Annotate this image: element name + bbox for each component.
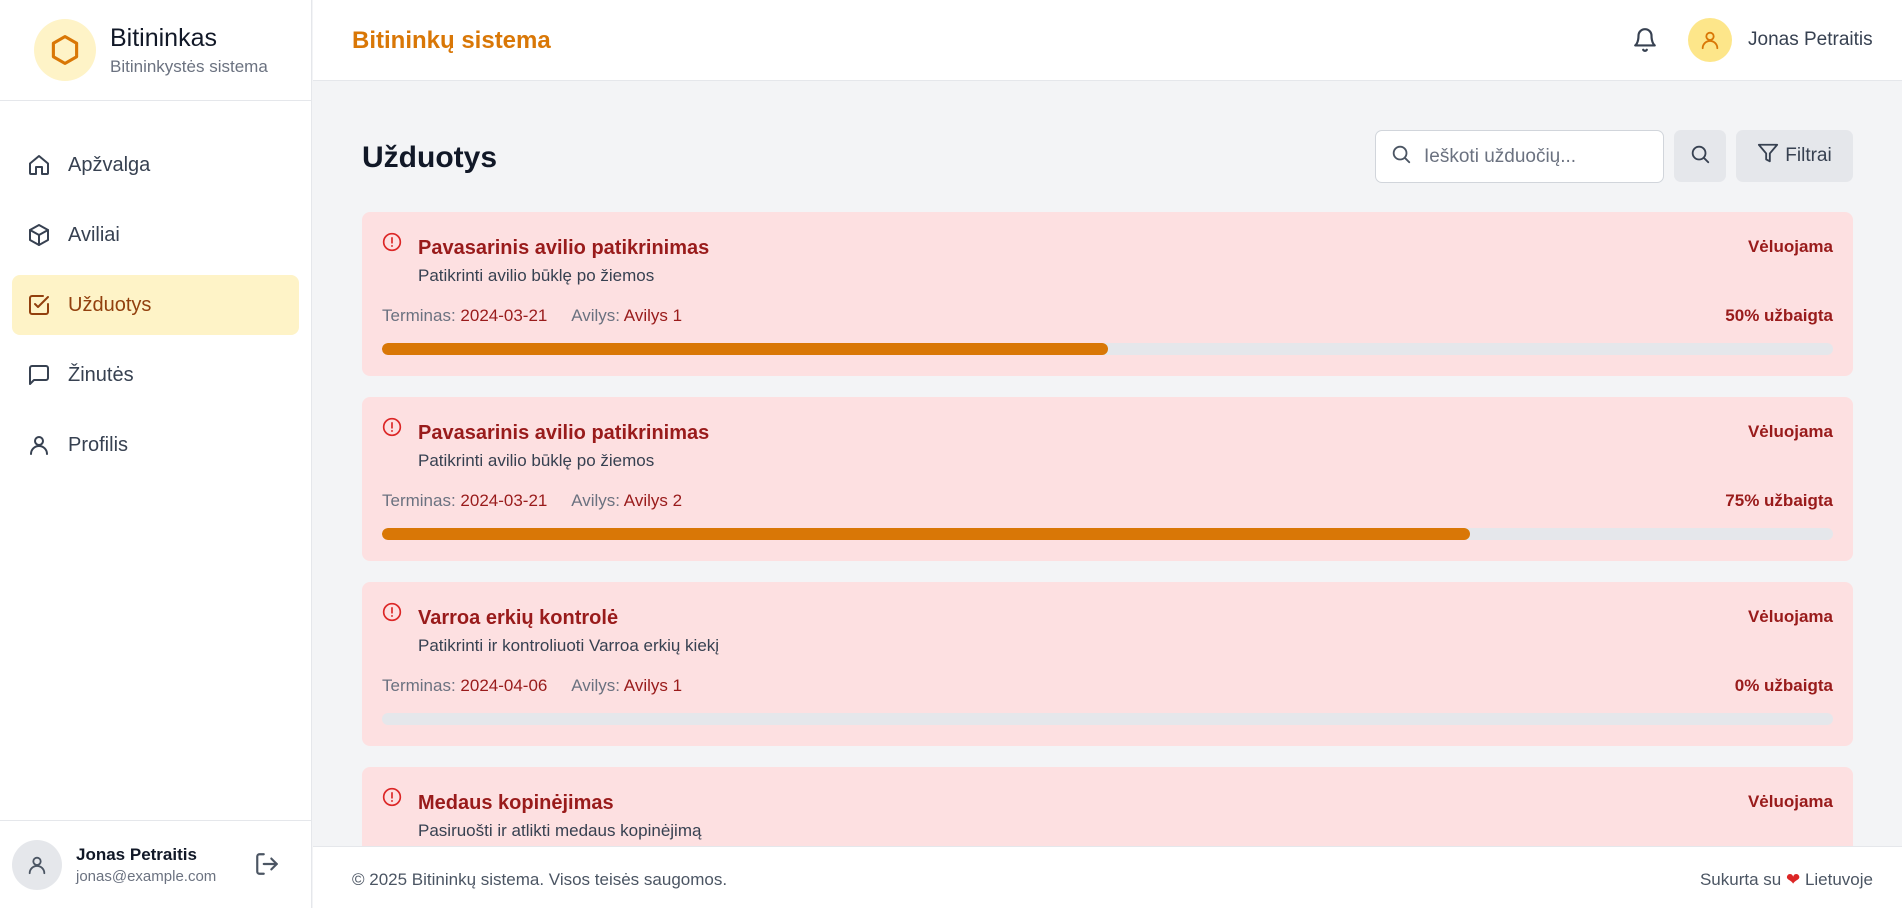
check-square-icon: [26, 292, 52, 318]
task-description: Patikrinti avilio būklę po žiemos: [418, 451, 655, 470]
task-meta: Terminas: 2024-04-06 Avilys: Avilys 1: [382, 676, 682, 696]
brand-name: Bitininkas: [110, 24, 217, 52]
heart-icon: ❤: [1785, 870, 1801, 889]
hive-value: Avilys 2: [623, 491, 683, 510]
alert-circle-icon: [382, 232, 402, 257]
avatar[interactable]: [12, 839, 62, 890]
alert-circle-icon: [382, 787, 402, 812]
message-icon: [26, 362, 52, 388]
task-status-badge: Vėluojama: [1747, 792, 1833, 811]
bell-icon[interactable]: [1632, 27, 1658, 58]
hive-label: Avilys:: [571, 676, 620, 695]
sidebar-item-label: Apžvalga: [68, 153, 151, 176]
task-title: Varroa erkių kontrolė: [418, 607, 619, 629]
task-progress-fill: [382, 528, 1471, 540]
home-icon: [26, 152, 52, 178]
deadline-label: Terminas:: [382, 306, 456, 325]
deadline-label: Terminas:: [382, 491, 456, 510]
sidebar: Bitininkas Bitininkystės sistema Apžvalg…: [0, 0, 312, 908]
copyright-text: © 2025 Bitininkų sistema. Visos teisės s…: [352, 870, 728, 889]
deadline-value: 2024-04-06: [460, 676, 548, 695]
sidebar-item-aviliai[interactable]: Aviliai: [12, 205, 299, 265]
task-description: Patikrinti ir kontroliuoti Varroa erkių …: [418, 636, 720, 655]
task-description: Patikrinti avilio būklę po žiemos: [418, 266, 655, 285]
brand-subtitle: Bitininkystės sistema: [110, 57, 268, 76]
search-box: [1375, 130, 1664, 183]
filter-icon: [1757, 142, 1779, 170]
made-suffix: Lietuvoje: [1804, 870, 1873, 889]
sidebar-item-zinutes[interactable]: Žinutės: [12, 345, 299, 405]
avatar: [1688, 18, 1732, 62]
deadline-value: 2024-03-21: [460, 306, 548, 325]
task-progress-text: 50% užbaigta: [1725, 306, 1833, 325]
task-title: Pavasarinis avilio patikrinimas: [418, 237, 710, 259]
task-card[interactable]: Pavasarinis avilio patikrinimas Patikrin…: [362, 397, 1853, 561]
task-progress-bar: [382, 713, 1833, 725]
brand: Bitininkas Bitininkystės sistema: [0, 0, 311, 101]
deadline-value: 2024-03-21: [460, 491, 548, 510]
user-icon: [26, 432, 52, 458]
hexagon-icon: [34, 19, 96, 81]
header-user-name: Jonas Petraitis: [1748, 29, 1873, 50]
sidebar-item-label: Profilis: [68, 433, 129, 456]
sidebar-item-apzvalga[interactable]: Apžvalga: [12, 135, 299, 195]
task-progress-bar: [382, 528, 1833, 540]
task-meta: Terminas: 2024-03-21 Avilys: Avilys 2: [382, 491, 682, 511]
task-progress-fill: [382, 343, 1108, 355]
sidebar-item-label: Aviliai: [68, 223, 120, 246]
sidebar-user-name: Jonas Petraitis: [76, 844, 197, 864]
logout-icon[interactable]: [254, 851, 280, 882]
task-meta: Terminas: 2024-03-21 Avilys: Avilys 1: [382, 306, 682, 326]
box-icon: [26, 222, 52, 248]
hive-value: Avilys 1: [623, 676, 683, 695]
page-footer: © 2025 Bitininkų sistema. Visos teisės s…: [313, 846, 1902, 908]
task-progress-bar: [382, 343, 1833, 355]
task-card[interactable]: Varroa erkių kontrolė Patikrinti ir kont…: [362, 582, 1853, 746]
sidebar-item-profilis[interactable]: Profilis: [12, 415, 299, 475]
hive-label: Avilys:: [571, 491, 620, 510]
task-status-badge: Vėluojama: [1747, 237, 1833, 256]
sidebar-nav: Apžvalga Aviliai Užduotys Žinutės Profil…: [0, 101, 311, 475]
sidebar-user-panel: Jonas Petraitis jonas@example.com: [0, 820, 311, 908]
search-input[interactable]: [1424, 145, 1654, 168]
task-status-badge: Vėluojama: [1747, 422, 1833, 441]
sidebar-item-label: Žinutės: [68, 363, 134, 386]
hive-value: Avilys 1: [623, 306, 683, 325]
filter-button[interactable]: Filtrai: [1736, 130, 1853, 182]
task-progress-text: 75% užbaigta: [1725, 491, 1833, 510]
task-card[interactable]: Pavasarinis avilio patikrinimas Patikrin…: [362, 212, 1853, 376]
task-description: Pasiruošti ir atlikti medaus kopinėjimą: [418, 821, 702, 840]
made-with-love: Sukurta su ❤ Lietuvoje: [1700, 870, 1873, 890]
task-title: Medaus kopinėjimas: [418, 792, 614, 814]
alert-circle-icon: [382, 417, 402, 442]
task-status-badge: Vėluojama: [1747, 607, 1833, 626]
search-icon: [1689, 143, 1711, 170]
page-title: Užduotys: [362, 141, 497, 174]
task-title: Pavasarinis avilio patikrinimas: [418, 422, 710, 444]
header-title: Bitininkų sistema: [352, 27, 551, 54]
filter-label: Filtrai: [1785, 145, 1832, 166]
alert-circle-icon: [382, 602, 402, 627]
sidebar-item-label: Užduotys: [68, 293, 152, 316]
search-icon: [1390, 143, 1412, 170]
deadline-label: Terminas:: [382, 676, 456, 695]
hive-label: Avilys:: [571, 306, 620, 325]
sidebar-user-email: jonas@example.com: [76, 867, 217, 885]
made-prefix: Sukurta su: [1699, 870, 1782, 889]
sidebar-item-uzduotys[interactable]: Užduotys: [12, 275, 299, 335]
header-user-menu[interactable]: Jonas Petraitis: [1688, 18, 1873, 62]
task-list: Pavasarinis avilio patikrinimas Patikrin…: [362, 212, 1853, 846]
search-button[interactable]: [1674, 130, 1726, 182]
top-header: Bitininkų sistema Jonas Petraitis: [313, 0, 1902, 81]
task-progress-text: 0% užbaigta: [1734, 676, 1833, 695]
task-card[interactable]: Medaus kopinėjimas Pasiruošti ir atlikti…: [362, 767, 1853, 846]
